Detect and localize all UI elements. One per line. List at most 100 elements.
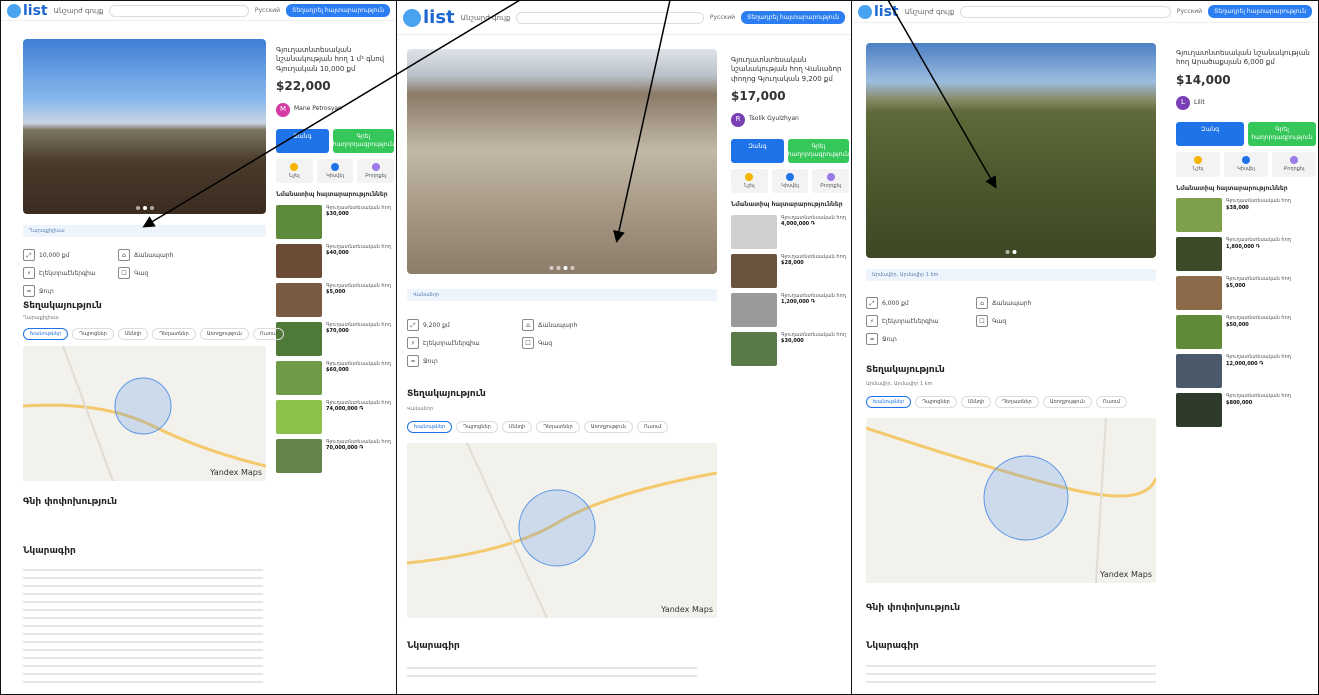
similar-item[interactable]: Գյուղատնտեսական հող $28,000: [731, 253, 849, 288]
category-dropdown[interactable]: Անշարժ գույք: [54, 7, 104, 15]
chip-schools[interactable]: Դպրոցներ: [915, 396, 957, 408]
road-attr: ⌂ Ճանապարհ: [522, 319, 617, 331]
search-input[interactable]: [516, 11, 704, 24]
favorite-button[interactable]: Նշել: [1176, 152, 1220, 177]
similar-item[interactable]: Գյուղատնտեսական հող $30,000: [731, 331, 849, 366]
category-dropdown[interactable]: Անշարժ գույք: [461, 14, 511, 22]
similar-item[interactable]: Գյուղատնտեսական հող 70,000,000 ֏: [276, 438, 394, 473]
call-button[interactable]: Զանգ: [276, 128, 329, 153]
price-history-heading: Գնի փոփոխություն: [866, 603, 961, 613]
call-button[interactable]: Զանգ: [731, 138, 784, 163]
chip-shops[interactable]: Խանութներ: [866, 396, 912, 408]
water-attr: ≈ Ջուր: [866, 333, 956, 345]
post-ad-button[interactable]: Տեղադրել հայտարարություն: [286, 4, 390, 17]
logo[interactable]: list: [403, 7, 455, 28]
similar-item[interactable]: Գյուղատնտեսական հող $5,000: [1176, 276, 1316, 311]
logo[interactable]: list: [7, 3, 48, 19]
listing-photo[interactable]: [866, 43, 1156, 258]
chip-pharmacy[interactable]: Դեղատներ: [995, 396, 1039, 408]
area-icon: ⤢: [866, 297, 878, 309]
similar-item[interactable]: Գյուղատնտեսական հող 74,000,000 ֏: [276, 399, 394, 434]
share-button[interactable]: Կիսվել: [316, 158, 354, 184]
post-ad-button[interactable]: Տեղադրել հայտարարություն: [741, 11, 845, 24]
chip-education[interactable]: Ուսում: [1095, 396, 1128, 408]
map[interactable]: Yandex Maps: [23, 346, 266, 481]
message-button[interactable]: Գրել հաղորդագրություն: [787, 138, 849, 163]
similar-heading: Նմանատիպ հայտարարություններ: [276, 191, 388, 199]
favorite-button[interactable]: Նշել: [731, 168, 768, 194]
message-button[interactable]: Գրել հաղորդագրություն: [1248, 122, 1316, 147]
listing-photo[interactable]: [407, 49, 717, 274]
report-button[interactable]: Բողոքել: [1272, 152, 1316, 177]
call-button[interactable]: Զանգ: [1176, 122, 1244, 147]
carousel-dots[interactable]: [1005, 250, 1017, 254]
top-bar: list Անշարժ գույք Русский Տեղադրել հայտա…: [852, 1, 1318, 23]
location-bar[interactable]: Ղարաքիլիսա: [23, 225, 266, 237]
chip-schools[interactable]: Դպրոցներ: [72, 328, 114, 340]
share-button[interactable]: Կիսվել: [1224, 152, 1268, 177]
language-switch[interactable]: Русский: [255, 7, 280, 14]
location-bar[interactable]: Արմավիր, Արմավիր 1 km: [866, 269, 1156, 281]
search-input[interactable]: [960, 5, 1171, 18]
similar-item[interactable]: Գյուղատնտեսական հող $5,000: [276, 282, 394, 317]
road-icon: ⌂: [976, 297, 988, 309]
location-bar[interactable]: Վանաձոր: [407, 289, 717, 301]
description-heading: Նկարագիր: [866, 641, 919, 651]
report-button[interactable]: Բողոքել: [357, 158, 395, 184]
chip-food[interactable]: Սննդի: [960, 396, 992, 408]
similar-heading: Նմանատիպ հայտարարություններ: [1176, 185, 1288, 192]
chip-shops[interactable]: Խանութներ: [23, 328, 69, 340]
similar-item[interactable]: Գյուղատնտեսական հող $800,000: [1176, 393, 1316, 428]
chip-schools[interactable]: Դպրոցներ: [456, 421, 498, 433]
chip-shops[interactable]: Խանութներ: [407, 421, 453, 433]
chip-health[interactable]: Առողջություն: [199, 328, 249, 340]
post-ad-button[interactable]: Տեղադրել հայտարարություն: [1208, 5, 1312, 18]
chip-pharmacy[interactable]: Դեղատներ: [536, 421, 580, 433]
seller-name: Mane Petrosyan: [294, 105, 342, 113]
listing-photo[interactable]: [23, 39, 266, 214]
search-input[interactable]: [109, 4, 249, 17]
area-attr: ⤢ 6,000 քմ: [866, 297, 956, 309]
similar-item[interactable]: Գյուղատնտեսական հող $50,000: [1176, 315, 1316, 350]
similar-item[interactable]: Գյուղատնտեսական հող 1,800,000 ֏: [1176, 237, 1316, 272]
seller-info[interactable]: L Lilit: [1176, 96, 1316, 111]
similar-item[interactable]: Գյուղատնտեսական հող $60,000: [276, 360, 394, 395]
location-heading: Տեղակայություն: [866, 365, 945, 375]
map-brand: Yandex Maps: [210, 468, 262, 477]
seller-info[interactable]: R Tsolik Gyulzhyan: [731, 112, 849, 127]
chip-food[interactable]: Սննդի: [117, 328, 149, 340]
chip-food[interactable]: Սննդի: [501, 421, 533, 433]
carousel-dots[interactable]: [549, 266, 575, 270]
favorite-button[interactable]: Նշել: [276, 158, 313, 184]
description-heading: Նկարագիր: [23, 546, 76, 556]
similar-item[interactable]: Գյուղատնտեսական հող $38,000: [1176, 198, 1316, 233]
language-switch[interactable]: Русский: [1177, 8, 1202, 15]
road-attr: ⌂ Ճանապարհ: [118, 249, 193, 261]
report-button[interactable]: Բողոքել: [812, 168, 850, 194]
similar-item[interactable]: Գյուղատնտեսական հող $30,000: [276, 204, 394, 239]
similar-item[interactable]: Գյուղատնտեսական հող $40,000: [276, 243, 394, 278]
chip-education[interactable]: Ուսում: [636, 421, 669, 433]
chip-health[interactable]: Առողջություն: [1042, 396, 1092, 408]
message-button[interactable]: Գրել հաղորդագրություն: [332, 128, 394, 153]
map-roads: [866, 418, 1156, 583]
similar-item[interactable]: Գյուղատնտեսական հող 4,000,000 ֏: [731, 214, 849, 249]
map[interactable]: Yandex Maps: [866, 418, 1156, 583]
similar-item[interactable]: Գյուղատնտեսական հող 1,200,000 ֏: [731, 292, 849, 327]
category-dropdown[interactable]: Անշարժ գույք: [905, 8, 955, 16]
chip-pharmacy[interactable]: Դեղատներ: [152, 328, 196, 340]
carousel-dots[interactable]: [135, 206, 154, 210]
seller-info[interactable]: M Mane Petrosyan: [276, 102, 394, 117]
chip-education[interactable]: Ուսում: [252, 328, 285, 340]
language-switch[interactable]: Русский: [710, 14, 735, 21]
similar-item[interactable]: Գյուղատնտեսական հող $70,000: [276, 321, 394, 356]
similar-item[interactable]: Գյուղատնտեսական հող 12,000,000 ֏: [1176, 354, 1316, 389]
area-attr: ⤢ 9,200 քմ: [407, 319, 502, 331]
chip-health[interactable]: Առողջություն: [583, 421, 633, 433]
share-button[interactable]: Կիսվել: [771, 168, 809, 194]
logo[interactable]: list: [858, 4, 899, 20]
electricity-icon: ⚡: [866, 315, 878, 327]
electricity-attr: ⚡ Էլեկտրաէներգիա: [866, 315, 956, 327]
map[interactable]: Yandex Maps: [407, 443, 717, 618]
description-heading: Նկարագիր: [407, 641, 460, 651]
